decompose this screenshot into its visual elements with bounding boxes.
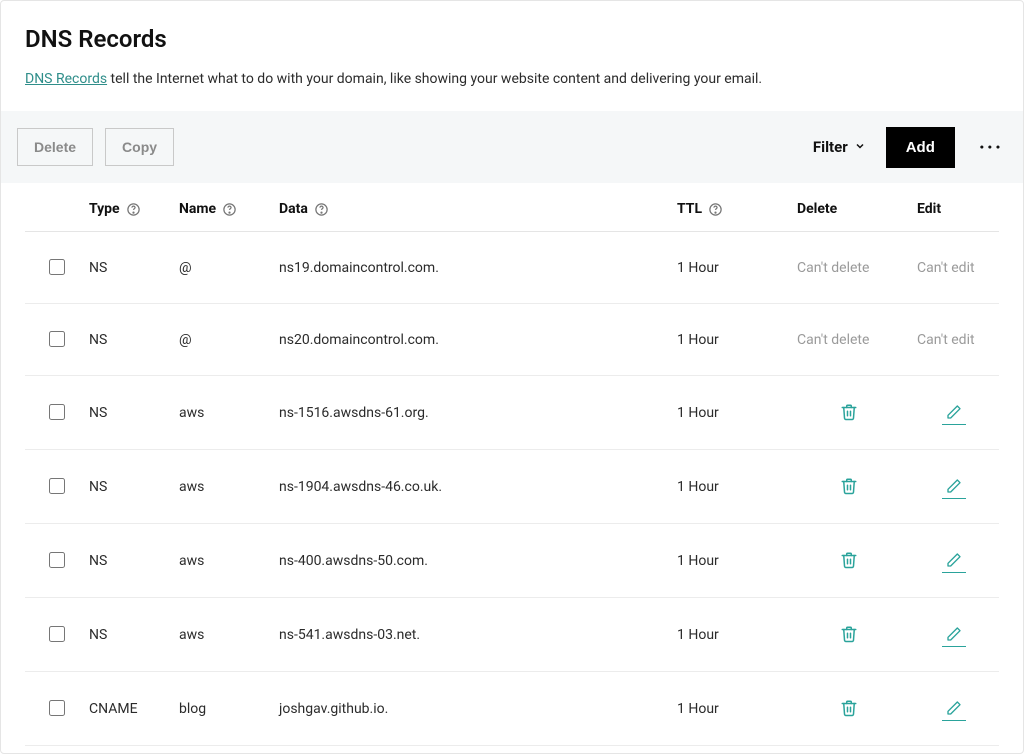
add-button[interactable]: Add: [886, 127, 955, 168]
trash-icon[interactable]: [837, 400, 861, 424]
delete-button[interactable]: Delete: [17, 128, 93, 166]
cell-data: ns20.domaincontrol.com.: [271, 304, 669, 376]
cell-ttl: 1 Hour: [669, 672, 789, 746]
cell-name: @: [171, 304, 271, 376]
cell-name: blog: [171, 672, 271, 746]
cell-data: ns-1904.awsdns-46.co.uk.: [271, 450, 669, 524]
toolbar: Delete Copy Filter Add ···: [1, 111, 1023, 183]
cell-name: aws: [171, 524, 271, 598]
chevron-down-icon: [854, 138, 866, 156]
column-header-ttl: TTL: [677, 201, 702, 217]
cell-name: aws: [171, 450, 271, 524]
table-row: NSawsns-541.awsdns-03.net.1 Hour: [25, 598, 999, 672]
cell-ttl: 1 Hour: [669, 232, 789, 304]
cell-type: NS: [81, 304, 171, 376]
cell-type: NS: [81, 376, 171, 450]
intro-text: DNS Records tell the Internet what to do…: [25, 71, 999, 87]
cell-data: ns19.domaincontrol.com.: [271, 232, 669, 304]
filter-dropdown[interactable]: Filter: [813, 138, 866, 156]
trash-icon[interactable]: [837, 474, 861, 498]
cell-name: @: [171, 232, 271, 304]
row-checkbox[interactable]: [49, 478, 65, 494]
intro-link[interactable]: DNS Records: [25, 71, 107, 87]
cell-type: NS: [81, 450, 171, 524]
cell-ttl: 1 Hour: [669, 598, 789, 672]
cell-delete-locked: Can't delete: [789, 304, 909, 376]
table-row: NSawsns-1516.awsdns-61.org.1 Hour: [25, 376, 999, 450]
column-header-edit: Edit: [917, 201, 941, 217]
pencil-icon[interactable]: [942, 401, 966, 425]
table-row: NSawsns-1904.awsdns-46.co.uk.1 Hour: [25, 450, 999, 524]
cell-ttl: 1 Hour: [669, 450, 789, 524]
more-menu-button[interactable]: ···: [975, 135, 1007, 159]
row-checkbox[interactable]: [49, 626, 65, 642]
intro-rest: tell the Internet what to do with your d…: [107, 71, 762, 87]
cell-ttl: 1 Hour: [669, 376, 789, 450]
pencil-icon[interactable]: [942, 623, 966, 647]
filter-label: Filter: [813, 138, 848, 156]
cell-ttl: 1 Hour: [669, 304, 789, 376]
column-header-delete: Delete: [797, 201, 837, 217]
dns-records-table: Type Name: [25, 183, 999, 746]
cell-ttl: 1 Hour: [669, 524, 789, 598]
cell-edit-locked: Can't edit: [909, 304, 999, 376]
column-header-type: Type: [89, 201, 120, 217]
row-checkbox[interactable]: [49, 259, 65, 275]
pencil-icon[interactable]: [942, 549, 966, 573]
cell-type: NS: [81, 232, 171, 304]
table-row: NS@ns20.domaincontrol.com.1 HourCan't de…: [25, 304, 999, 376]
trash-icon[interactable]: [837, 622, 861, 646]
cell-data: joshgav.github.io.: [271, 672, 669, 746]
cell-data: ns-400.awsdns-50.com.: [271, 524, 669, 598]
column-header-name: Name: [179, 201, 216, 217]
row-checkbox[interactable]: [49, 552, 65, 568]
cell-delete-locked: Can't delete: [789, 232, 909, 304]
dns-records-panel: DNS Records DNS Records tell the Interne…: [0, 0, 1024, 754]
table-row: CNAMEblogjoshgav.github.io.1 Hour: [25, 672, 999, 746]
help-icon[interactable]: [222, 202, 237, 217]
cell-name: aws: [171, 598, 271, 672]
cell-type: CNAME: [81, 672, 171, 746]
cell-type: NS: [81, 598, 171, 672]
help-icon[interactable]: [126, 202, 141, 217]
trash-icon[interactable]: [837, 696, 861, 720]
pencil-icon[interactable]: [942, 697, 966, 721]
help-icon[interactable]: [314, 202, 329, 217]
row-checkbox[interactable]: [49, 331, 65, 347]
cell-data: ns-1516.awsdns-61.org.: [271, 376, 669, 450]
row-checkbox[interactable]: [49, 404, 65, 420]
copy-button[interactable]: Copy: [105, 128, 174, 166]
row-checkbox[interactable]: [49, 700, 65, 716]
cell-type: NS: [81, 524, 171, 598]
page-title: DNS Records: [25, 25, 999, 53]
cell-name: aws: [171, 376, 271, 450]
trash-icon[interactable]: [837, 548, 861, 572]
table-row: NSawsns-400.awsdns-50.com.1 Hour: [25, 524, 999, 598]
column-header-data: Data: [279, 201, 308, 217]
pencil-icon[interactable]: [942, 475, 966, 499]
cell-data: ns-541.awsdns-03.net.: [271, 598, 669, 672]
table-row: NS@ns19.domaincontrol.com.1 HourCan't de…: [25, 232, 999, 304]
help-icon[interactable]: [708, 202, 723, 217]
cell-edit-locked: Can't edit: [909, 232, 999, 304]
